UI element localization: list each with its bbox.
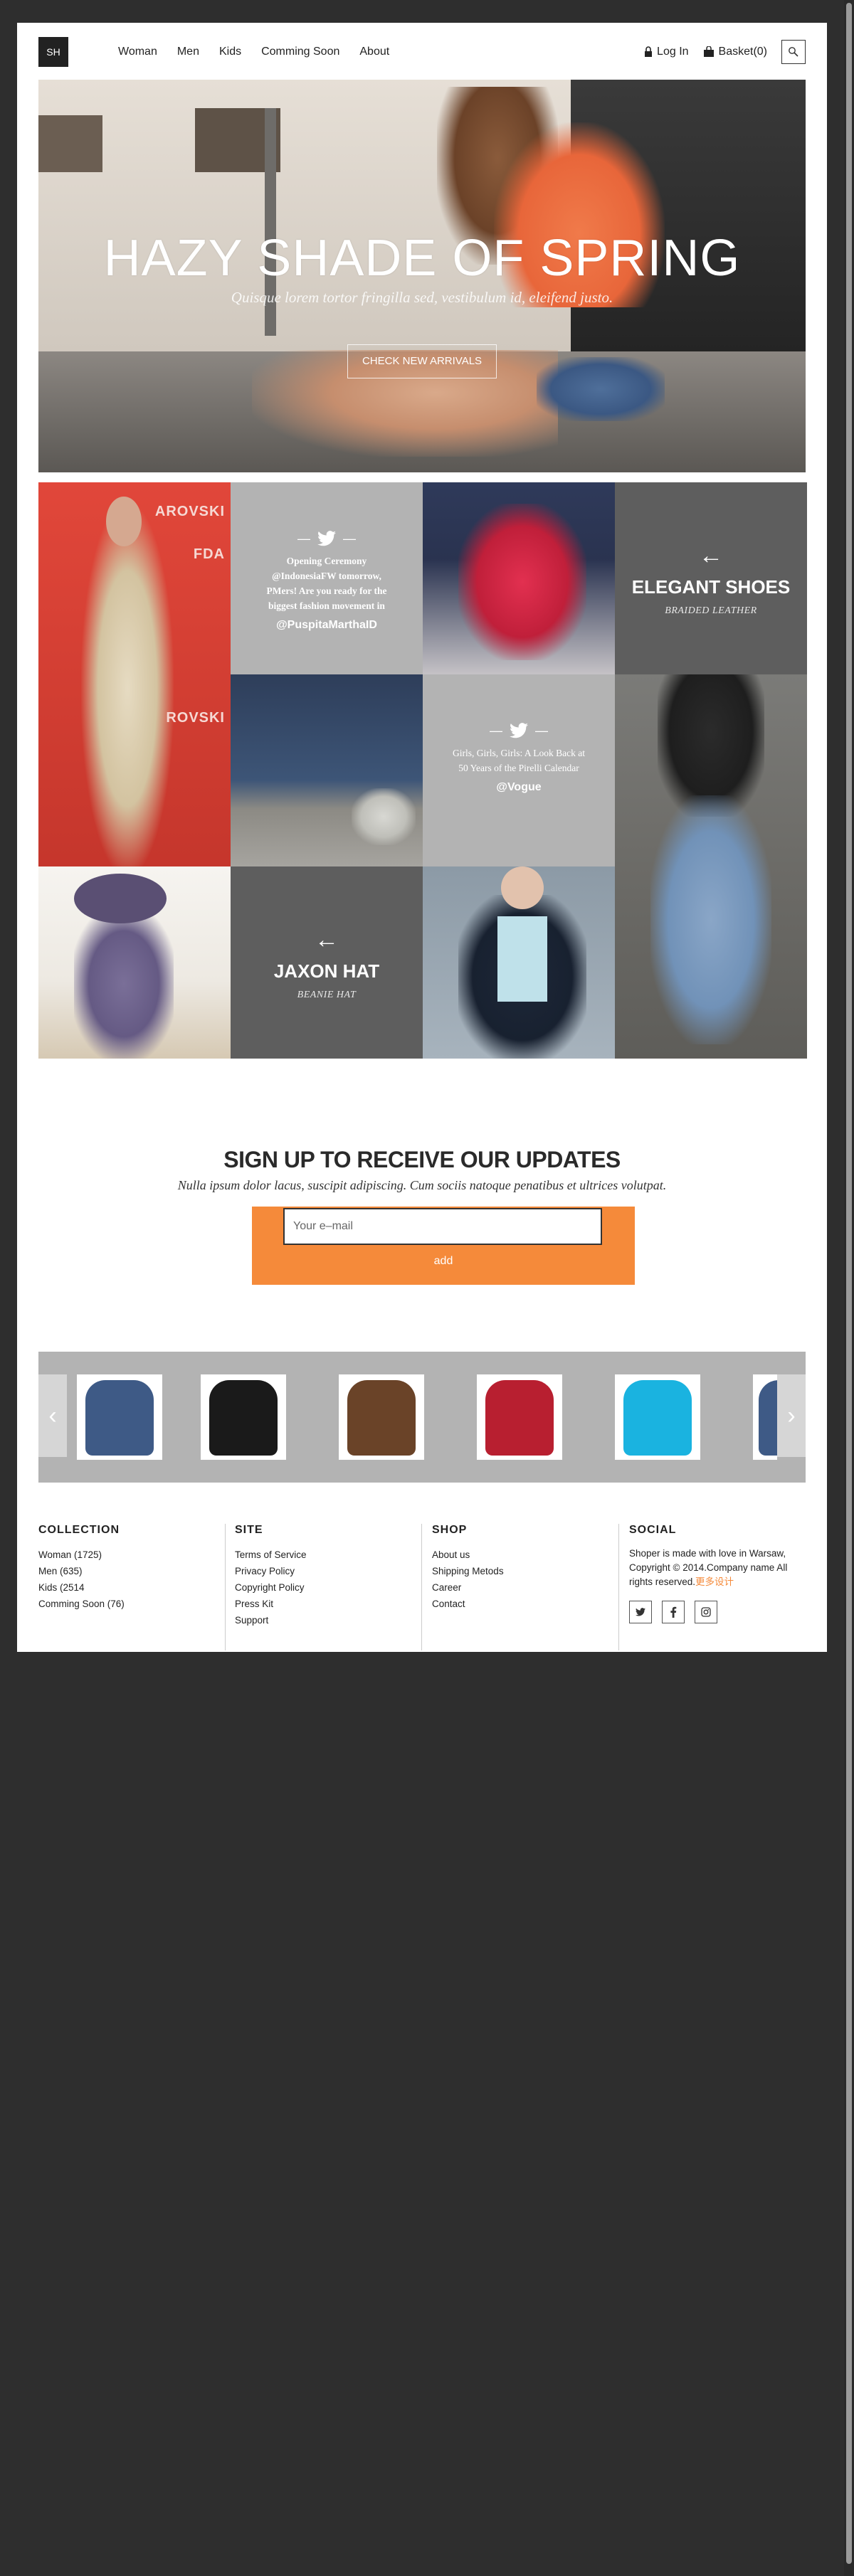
footer-social: SOCIAL Shoper is made with love in Warsa… [629, 1524, 806, 1652]
product-carousel: ‹ › [38, 1352, 806, 1483]
carousel-prev-button[interactable]: ‹ [38, 1374, 67, 1457]
signup-section: SIGN UP TO RECEIVE OUR UPDATES Nulla ips… [38, 23, 806, 1303]
site-footer: COLLECTION Woman (1725) Men (635) Kids (… [38, 1524, 806, 1652]
footer-link[interactable]: Press Kit [235, 1596, 413, 1612]
footer-link[interactable]: Copyright Policy [235, 1579, 413, 1596]
more-designs-link[interactable]: 更多设计 [695, 1576, 734, 1587]
footer-heading: SITE [235, 1524, 263, 1536]
product-thumb[interactable] [477, 1374, 562, 1460]
signup-subtitle: Nulla ipsum dolor lacus, suscipit adipis… [177, 1178, 667, 1192]
carousel-next-button[interactable]: › [777, 1374, 806, 1457]
product-shape [485, 1380, 554, 1456]
footer-link[interactable]: Career [432, 1579, 610, 1596]
footer-shop: SHOP About us Shipping Metods Career Con… [432, 1524, 610, 1652]
footer-link[interactable]: Men (635) [38, 1563, 216, 1579]
product-shape [85, 1380, 154, 1456]
scrollbar-thumb[interactable] [846, 3, 852, 2564]
product-shape [759, 1380, 777, 1456]
product-thumb[interactable] [201, 1374, 286, 1460]
footer-link[interactable]: Support [235, 1612, 413, 1628]
footer-link[interactable]: Kids (2514 [38, 1579, 216, 1596]
add-button[interactable]: add [252, 1255, 635, 1268]
footer-link[interactable]: Woman (1725) [38, 1547, 216, 1563]
footer-link[interactable]: Contact [432, 1596, 610, 1612]
product-thumb[interactable] [339, 1374, 424, 1460]
product-shape [623, 1380, 692, 1456]
social-icons [629, 1601, 806, 1623]
footer-link[interactable]: Shipping Metods [432, 1563, 610, 1579]
product-shape [347, 1380, 416, 1456]
signup-form: Your e–mail add [252, 1207, 635, 1285]
product-thumb[interactable] [77, 1374, 162, 1460]
footer-heading: SHOP [432, 1524, 468, 1536]
footer-divider [618, 1524, 619, 1650]
product-thumb[interactable] [615, 1374, 700, 1460]
instagram-icon[interactable] [695, 1601, 717, 1623]
page-container: SH Woman Men Kids Comming Soon About Log… [17, 23, 827, 1652]
footer-heading: SOCIAL [629, 1524, 677, 1536]
product-shape [209, 1380, 278, 1456]
footer-link[interactable]: Terms of Service [235, 1547, 413, 1563]
footer-divider [421, 1524, 422, 1650]
footer-collection: COLLECTION Woman (1725) Men (635) Kids (… [38, 1524, 216, 1652]
product-thumb[interactable] [753, 1374, 777, 1460]
footer-link[interactable]: Comming Soon (76) [38, 1596, 216, 1612]
signup-title: SIGN UP TO RECEIVE OUR UPDATES [223, 1147, 621, 1172]
footer-divider [225, 1524, 226, 1650]
email-field[interactable]: Your e–mail [283, 1208, 602, 1245]
footer-link[interactable]: Privacy Policy [235, 1563, 413, 1579]
footer-site: SITE Terms of Service Privacy Policy Cop… [235, 1524, 413, 1652]
page-scrollbar[interactable] [844, 0, 854, 2576]
footer-heading: COLLECTION [38, 1524, 120, 1536]
facebook-icon[interactable] [662, 1601, 685, 1623]
twitter-icon[interactable] [629, 1601, 652, 1623]
footer-link[interactable]: About us [432, 1547, 610, 1563]
